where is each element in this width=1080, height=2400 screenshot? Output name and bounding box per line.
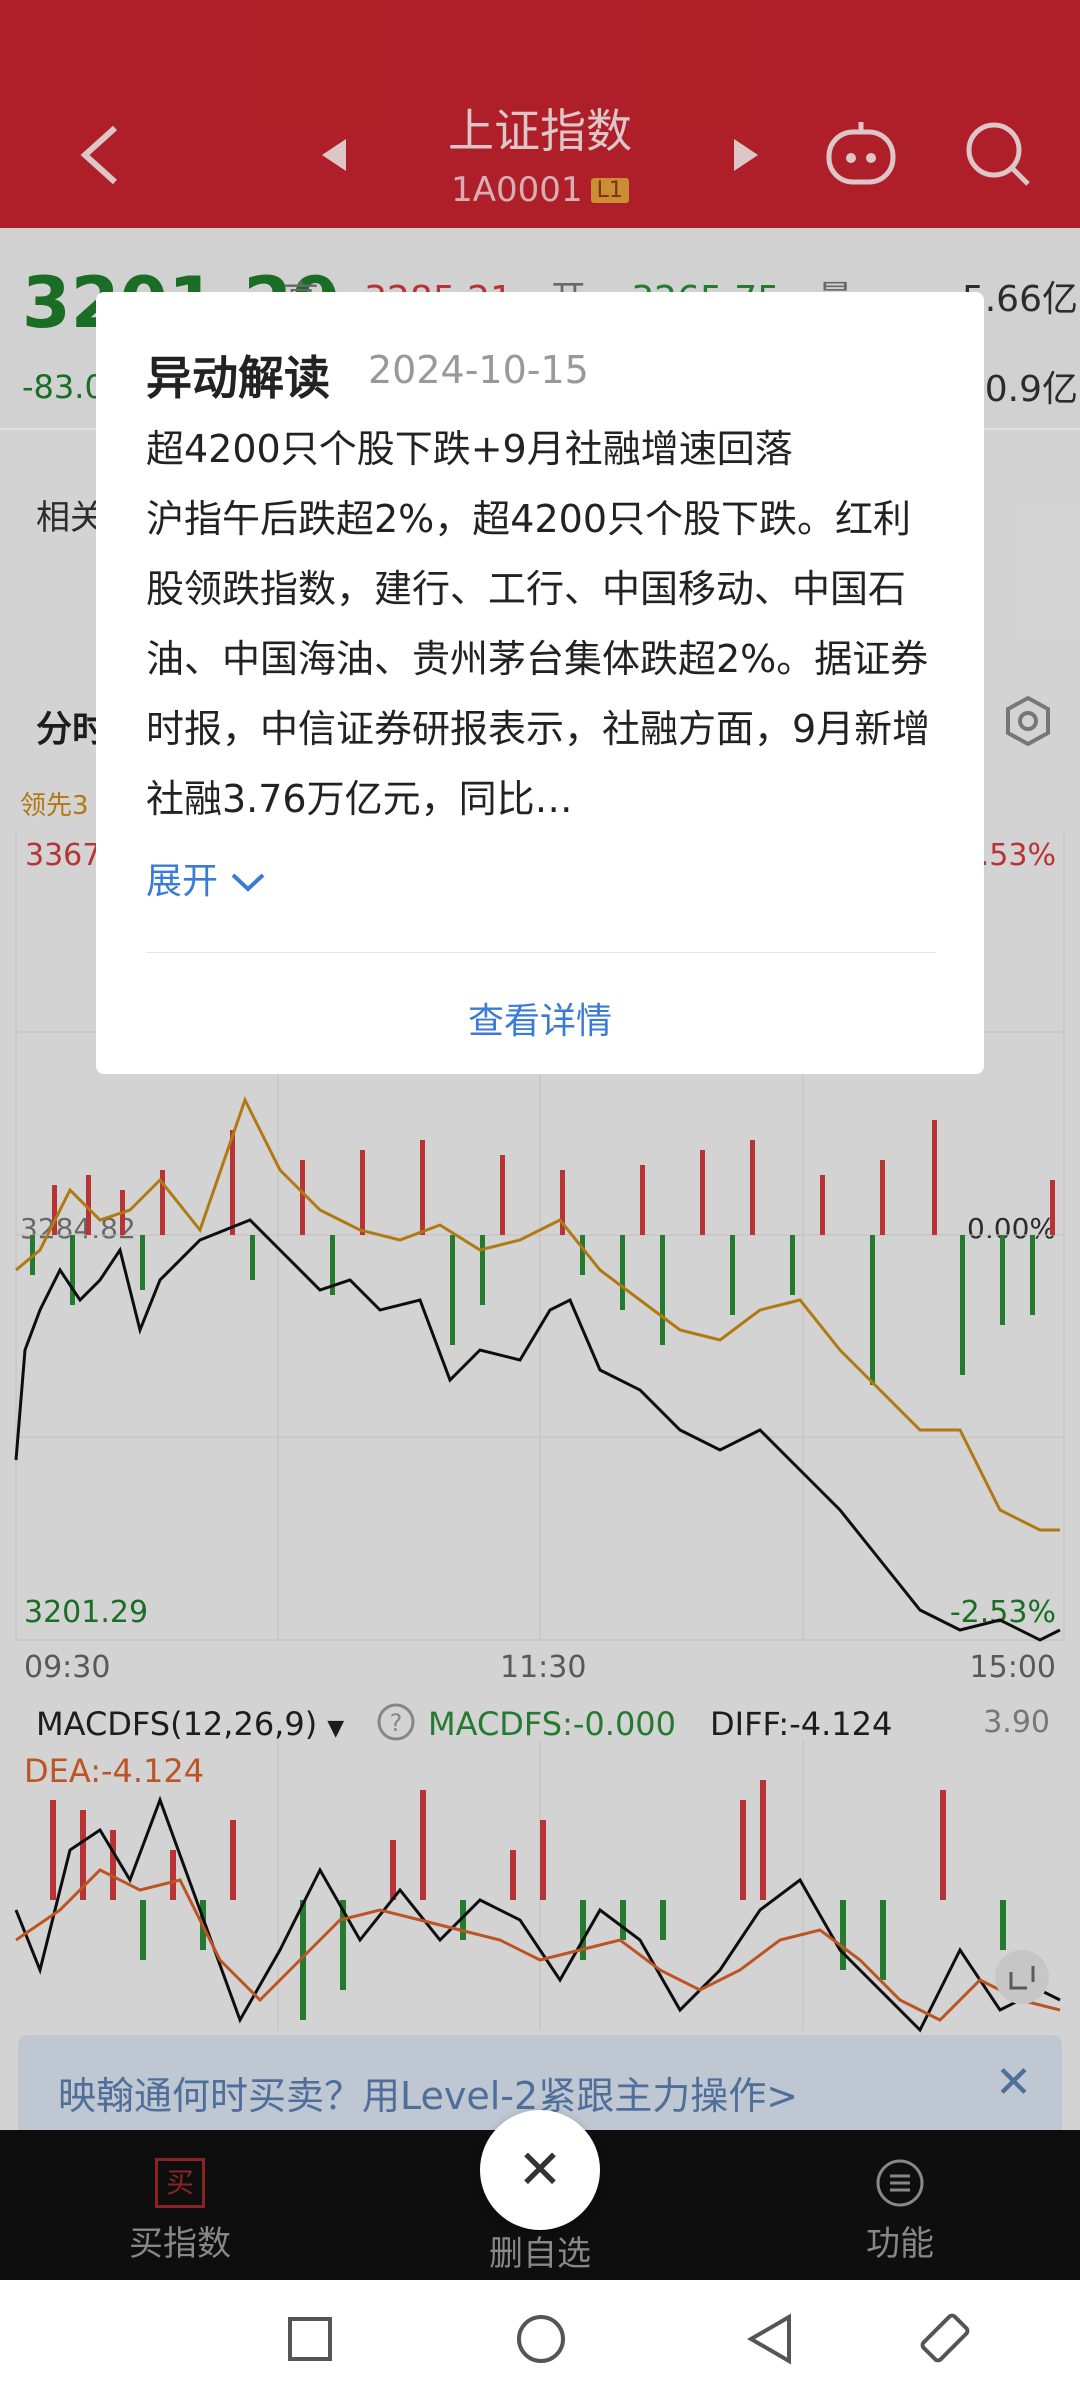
close-dialog-button[interactable]: ✕ <box>480 2110 600 2230</box>
dialog-date: 2024-10-15 <box>368 348 589 392</box>
chevron-down-icon <box>229 861 267 902</box>
rotate-screen-icon[interactable] <box>915 2308 975 2372</box>
back-nav-icon[interactable] <box>745 2313 795 2369</box>
dialog-title: 异动解读 <box>146 351 330 405</box>
expand-label: 展开 <box>146 861 219 902</box>
close-icon: ✕ <box>517 2138 563 2201</box>
dialog-divider <box>146 952 936 953</box>
dialog-body: 超4200只个股下跌+9月社融增速回落 沪指午后跌超2%，超4200只个股下跌。… <box>146 414 936 834</box>
dialog-content: 沪指午后跌超2%，超4200只个股下跌。红利股领跌指数，建行、工行、中国移动、中… <box>146 497 931 821</box>
anomaly-interpretation-dialog: 异动解读 2024-10-15 超4200只个股下跌+9月社融增速回落 沪指午后… <box>96 292 984 1074</box>
expand-link[interactable]: 展开 <box>146 852 267 904</box>
view-details-link[interactable]: 查看详情 <box>96 992 984 1044</box>
system-nav-bar <box>0 2280 1080 2400</box>
dialog-headline: 超4200只个股下跌+9月社融增速回落 <box>146 427 793 471</box>
home-icon[interactable] <box>515 2313 567 2369</box>
recent-apps-icon[interactable] <box>286 2315 334 2367</box>
